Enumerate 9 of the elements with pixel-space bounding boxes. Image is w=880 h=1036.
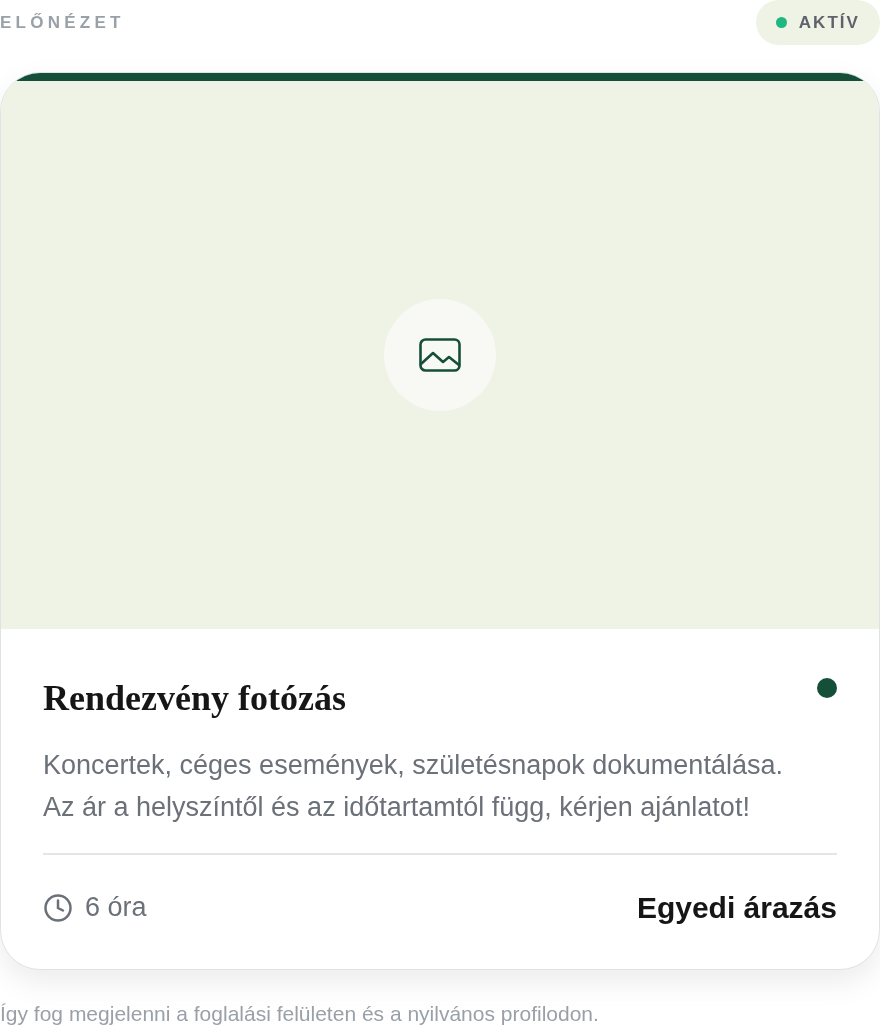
status-label: AKTÍV — [798, 11, 860, 34]
section-title: ELŐNÉZET — [0, 11, 125, 34]
image-icon — [419, 338, 461, 372]
duration: 6 óra — [85, 891, 147, 925]
price: Egyedi árazás — [636, 890, 837, 926]
service-title: Rendezvény fotózás — [43, 677, 346, 720]
clock-icon — [43, 892, 73, 923]
caption: Így fog megjelenni a foglalási felületen és a nyilvános profilodon. — [0, 1001, 600, 1027]
service-description: Koncertek, céges események, születésnapok dokumentálása. Az ár a helyszíntől és az időtartamtól függ, kérjen ajánlatot! — [43, 749, 783, 824]
